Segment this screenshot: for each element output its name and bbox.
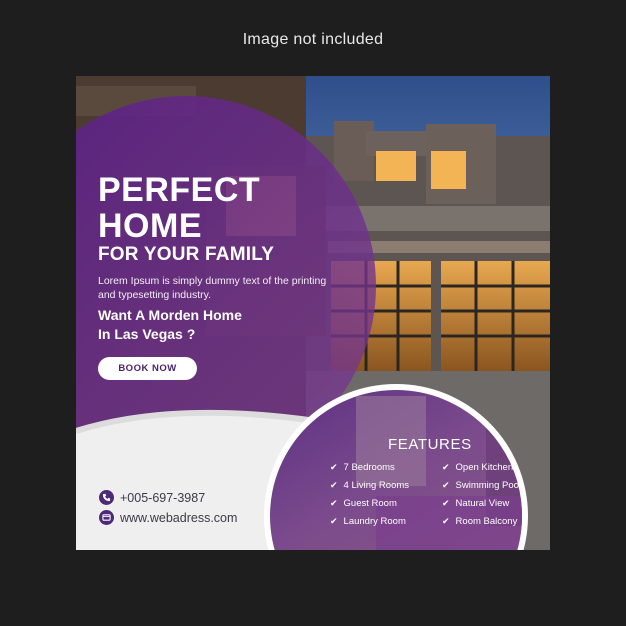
check-icon: ✔ xyxy=(330,480,338,491)
feature-item: ✔ Guest Room xyxy=(330,498,397,509)
check-icon: ✔ xyxy=(330,462,338,473)
feature-item: ✔ Laundry Room xyxy=(330,516,406,527)
feature-item: ✔ 4 Living Rooms xyxy=(330,480,409,491)
phone-contact: +005-697-3987 xyxy=(99,490,205,505)
feature-label: Natural View xyxy=(455,498,510,509)
question-line-1: Want A Morden Home xyxy=(98,307,242,323)
feature-label: Guest Room xyxy=(343,498,397,509)
check-icon: ✔ xyxy=(442,516,450,527)
book-now-button[interactable]: BOOK NOW xyxy=(98,357,197,380)
phone-icon xyxy=(99,490,114,505)
phone-number: +005-697-3987 xyxy=(120,490,206,505)
check-icon: ✔ xyxy=(330,498,338,509)
real-estate-poster: PERFECT HOME FOR YOUR FAMILY Lorem Ipsum… xyxy=(76,76,550,550)
feature-label: Open Kitchen xyxy=(455,462,514,473)
feature-label: Swimming Pool xyxy=(455,480,522,491)
feature-item: ✔ Room Balcony xyxy=(442,516,517,527)
headline-line-2: HOME xyxy=(98,207,202,245)
headline: PERFECT HOME xyxy=(98,172,260,244)
feature-label: 4 Living Rooms xyxy=(343,480,410,491)
description: Lorem Ipsum is simply dummy text of the … xyxy=(98,275,327,301)
features-title: FEATURES xyxy=(388,436,472,453)
feature-item: ✔ Swimming Pool xyxy=(442,480,521,491)
image-not-included-notice: Image not included xyxy=(242,31,384,48)
feature-label: Room Balcony xyxy=(455,516,518,527)
feature-item: ✔ Open Kitchen xyxy=(442,462,513,473)
website-url[interactable]: www.webadress.com xyxy=(120,511,237,525)
check-icon: ✔ xyxy=(442,480,450,491)
globe-icon xyxy=(99,510,114,525)
headline-line-1: PERFECT xyxy=(98,171,261,209)
feature-item: ✔ 7 Bedrooms xyxy=(330,462,395,473)
website-contact: www.webadress.com xyxy=(99,510,237,525)
feature-item: ✔ Natural View xyxy=(442,498,509,509)
question-line-2: In Las Vegas ? xyxy=(98,326,196,342)
check-icon: ✔ xyxy=(442,498,450,509)
question: Want A Morden Home In Las Vegas ? xyxy=(98,306,298,344)
feature-label: 7 Bedrooms xyxy=(343,462,395,473)
check-icon: ✔ xyxy=(330,516,338,527)
check-icon: ✔ xyxy=(442,462,450,473)
feature-label: Laundry Room xyxy=(343,516,406,527)
subheadline: FOR YOUR FAMILY xyxy=(98,244,275,265)
